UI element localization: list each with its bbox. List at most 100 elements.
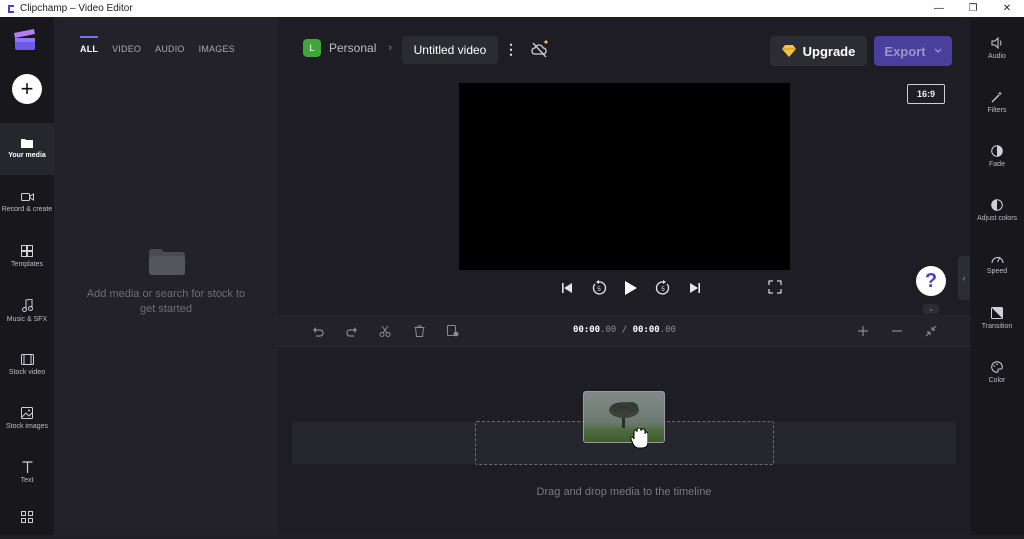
export-button[interactable]: Export	[874, 36, 952, 66]
panel-item-label: Audio	[988, 52, 1006, 60]
zoom-out-icon[interactable]	[887, 321, 907, 341]
maximize-button[interactable]: ❐	[956, 0, 990, 17]
empty-media-message: Add media or search for stock to get sta…	[86, 288, 246, 315]
fade-icon	[991, 144, 1003, 157]
cloud-sync-off-icon[interactable]	[530, 40, 550, 60]
sidebar-item-more[interactable]	[0, 499, 54, 539]
chevron-down-icon	[934, 48, 942, 53]
help-button[interactable]: ?	[916, 266, 946, 296]
add-media-button[interactable]: +	[12, 74, 42, 104]
breadcrumb: L Personal ›	[303, 39, 396, 57]
timeline-area[interactable]: Drag and drop media to the timeline	[278, 348, 970, 535]
timecode-separator: /	[616, 325, 633, 335]
add-to-timeline-icon[interactable]	[443, 321, 463, 341]
project-title[interactable]: Untitled video	[402, 36, 498, 64]
sidebar-item-label: Music & SFX	[6, 315, 48, 323]
contrast-icon	[991, 198, 1003, 211]
panel-item-fade[interactable]: Fade	[970, 131, 1024, 181]
panel-item-label: Adjust colors	[976, 214, 1018, 222]
palette-icon	[991, 360, 1003, 373]
camera-icon	[20, 193, 34, 201]
split-scissors-icon[interactable]	[375, 321, 395, 341]
delete-icon[interactable]	[409, 321, 429, 341]
zoom-in-icon[interactable]	[853, 321, 873, 341]
speaker-icon	[991, 36, 1001, 49]
transition-icon	[991, 306, 1003, 319]
sidebar-item-label: Stock video	[8, 368, 46, 376]
timecode-display: 00:00.00 / 00:00.00	[573, 325, 676, 335]
grab-cursor-icon	[630, 427, 649, 450]
export-label: Export	[884, 43, 926, 59]
workspace-name[interactable]: Personal	[329, 41, 376, 55]
wand-icon	[991, 90, 1003, 102]
timeline-toolbar: 00:00.00 / 00:00.00	[278, 315, 970, 347]
media-panel: ALL VIDEO AUDIO IMAGES Add media or sear…	[54, 17, 278, 535]
properties-panel: Audio Filters Fade Adjust colors Speed T…	[970, 17, 1024, 535]
collapse-properties-panel-button[interactable]: ‹	[958, 256, 970, 300]
sidebar-item-record-create[interactable]: Record & create	[0, 177, 54, 229]
playback-controls: 5 5	[558, 279, 704, 297]
window-title: Clipchamp – Video Editor	[20, 3, 133, 14]
total-time: 00:00	[632, 325, 660, 335]
collapse-preview-chevron-icon[interactable]: ⌄	[923, 304, 939, 314]
music-icon	[21, 298, 33, 312]
panel-item-color[interactable]: Color	[970, 347, 1024, 397]
sidebar-item-label: Stock images	[5, 423, 49, 430]
speedometer-icon	[991, 256, 1003, 264]
clipchamp-logo	[12, 27, 38, 51]
upgrade-label: Upgrade	[802, 43, 856, 59]
dragged-media-thumbnail[interactable]	[583, 391, 665, 443]
undo-icon[interactable]	[308, 321, 328, 341]
skip-forward-icon[interactable]	[686, 279, 704, 297]
forward-5-icon[interactable]: 5	[654, 279, 672, 297]
redo-icon[interactable]	[342, 321, 362, 341]
sidebar-item-text[interactable]: Text	[0, 447, 54, 499]
tab-audio[interactable]: AUDIO	[155, 44, 185, 60]
sidebar-item-stock-video[interactable]: Stock video	[0, 339, 54, 391]
sidebar-item-music-sfx[interactable]: Music & SFX	[0, 285, 54, 337]
fit-timeline-icon[interactable]	[921, 321, 941, 341]
film-icon	[20, 353, 34, 365]
current-frames: .00	[600, 325, 617, 335]
panel-item-label: Speed	[986, 268, 1008, 275]
sidebar-item-label: Text	[20, 477, 34, 484]
project-options-icon[interactable]: ⋮	[504, 41, 518, 58]
folder-icon	[21, 139, 33, 148]
tab-all[interactable]: ALL	[80, 36, 99, 60]
panel-item-label: Transition	[981, 322, 1013, 330]
panel-item-transition[interactable]: Transition	[970, 293, 1024, 343]
skip-back-icon[interactable]	[558, 279, 576, 297]
close-button[interactable]: ✕	[990, 0, 1024, 17]
media-tabs: ALL VIDEO AUDIO IMAGES	[80, 36, 235, 60]
breadcrumb-separator: ›	[388, 42, 393, 54]
svg-text:5: 5	[661, 287, 665, 293]
diamond-icon	[781, 45, 796, 57]
aspect-ratio-button[interactable]: 16:9	[907, 84, 945, 104]
sidebar-item-templates[interactable]: Templates	[0, 231, 54, 283]
panel-item-speed[interactable]: Speed	[970, 239, 1024, 289]
more-icon	[21, 511, 33, 523]
sidebar-item-your-media[interactable]: Your media	[0, 123, 54, 175]
app-icon	[5, 3, 16, 14]
play-icon[interactable]	[622, 279, 640, 297]
tab-video[interactable]: VIDEO	[112, 44, 141, 60]
minimize-button[interactable]: —	[922, 0, 956, 17]
panel-item-label: Fade	[989, 160, 1005, 168]
fullscreen-icon[interactable]	[768, 280, 782, 294]
timeline-drop-message: Drag and drop media to the timeline	[536, 486, 712, 498]
empty-folder-icon	[149, 249, 185, 275]
panel-item-label: Color	[988, 376, 1006, 384]
panel-item-audio[interactable]: Audio	[970, 23, 1024, 73]
panel-item-filters[interactable]: Filters	[970, 77, 1024, 127]
svg-text:5: 5	[597, 287, 601, 293]
templates-icon	[21, 245, 33, 257]
tab-images[interactable]: IMAGES	[199, 44, 235, 60]
panel-item-adjust-colors[interactable]: Adjust colors	[970, 185, 1024, 235]
upgrade-button[interactable]: Upgrade	[770, 36, 867, 66]
total-frames: .00	[659, 325, 676, 335]
workspace-badge[interactable]: L	[303, 39, 321, 57]
rewind-5-icon[interactable]: 5	[590, 279, 608, 297]
sidebar-item-stock-images[interactable]: Stock images	[0, 393, 54, 445]
panel-item-label: Filters	[987, 106, 1007, 114]
text-icon	[22, 461, 32, 473]
